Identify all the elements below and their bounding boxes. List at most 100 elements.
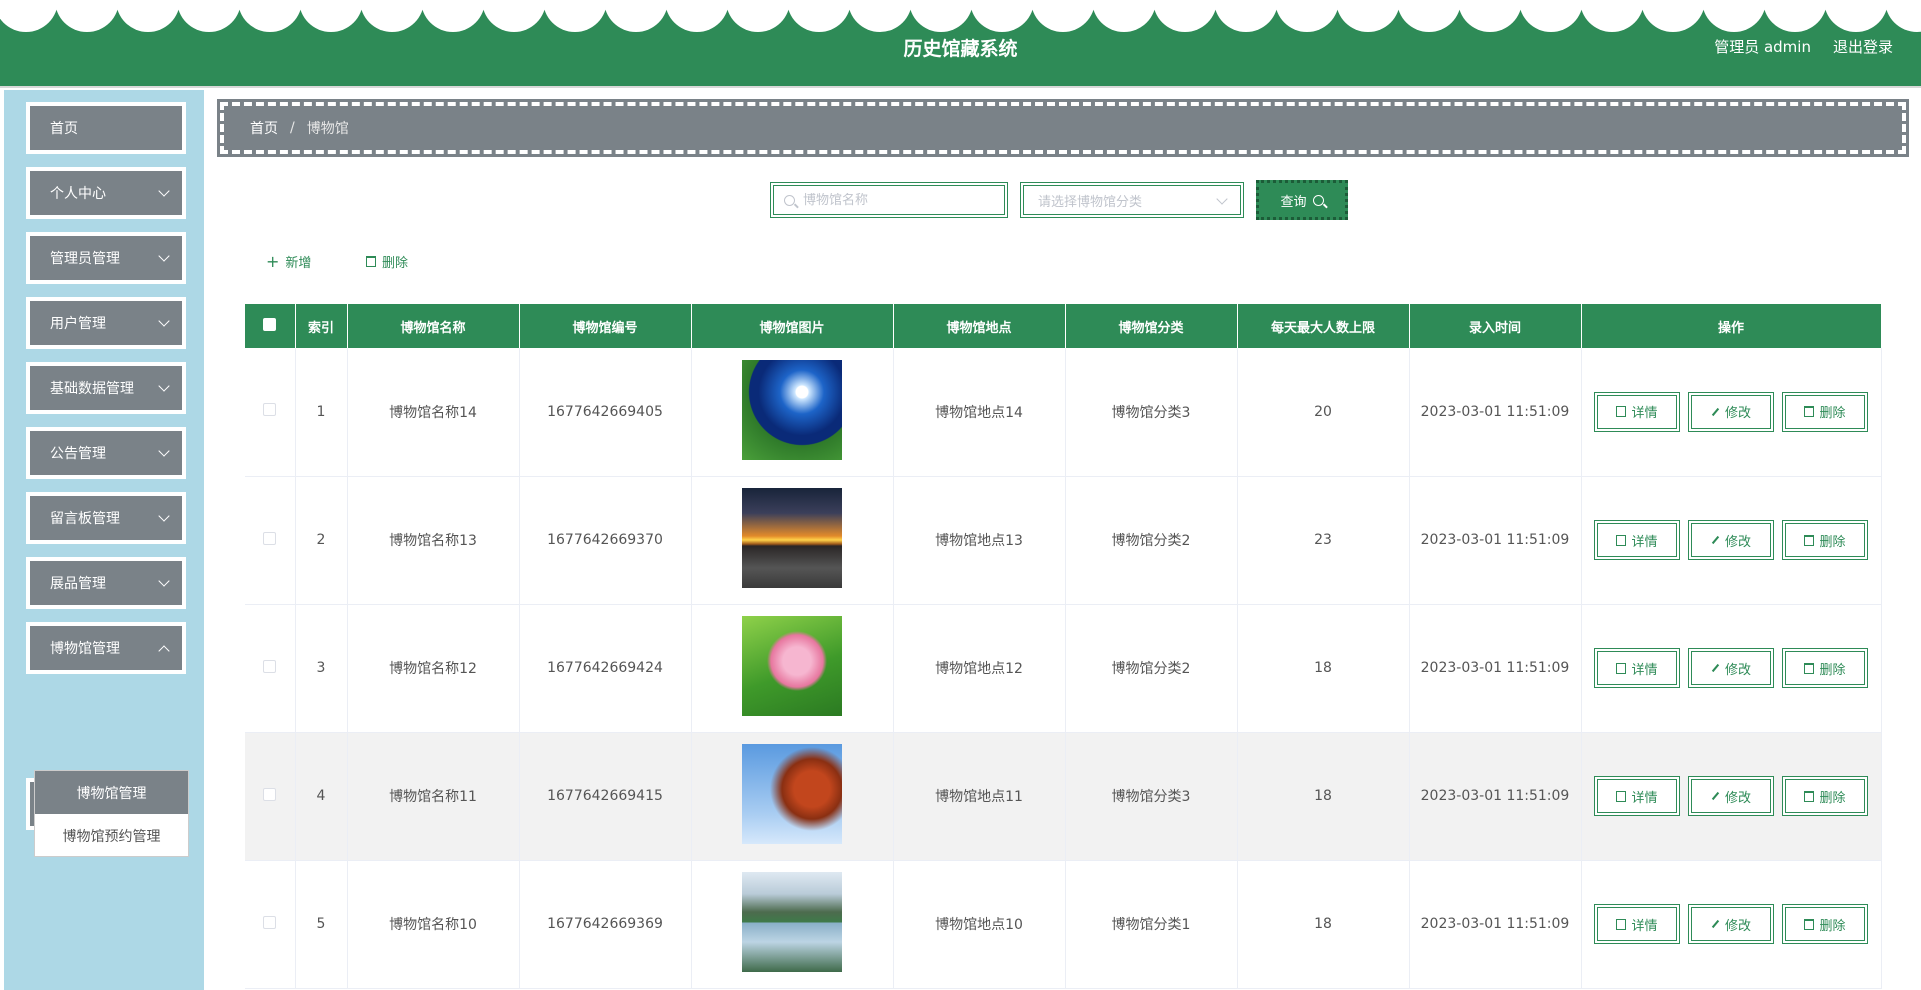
- museum-submenu: 博物馆管理 博物馆预约管理: [34, 770, 189, 857]
- edit-button[interactable]: 修改: [1688, 391, 1774, 432]
- detail-button[interactable]: 详情: [1594, 520, 1680, 560]
- daily-limit-cell: 23: [1237, 476, 1410, 605]
- table-row[interactable]: 1 博物馆名称14 1677642669405 博物馆地点14 博物馆分类3 20 2023…: [245, 348, 1882, 477]
- index-cell: 1: [295, 348, 348, 477]
- column-header: 博物馆名称: [347, 304, 520, 348]
- edit-button-label: 修改: [1724, 918, 1751, 934]
- sidebar-item[interactable]: 博物馆管理: [26, 622, 186, 674]
- trash-icon: [1804, 662, 1815, 674]
- table-row[interactable]: 2 博物馆名称13 1677642669370 博物馆地点13 博物馆分类2 23 2023…: [245, 476, 1882, 605]
- delete-button[interactable]: 删除: [1782, 648, 1868, 688]
- delete-button[interactable]: 删除: [1782, 904, 1868, 944]
- museum-code-cell: 1677642669405: [519, 348, 692, 477]
- logout-link[interactable]: 退出登录: [1833, 36, 1893, 57]
- breadcrumb-separator: /: [290, 120, 295, 136]
- detail-button[interactable]: 详情: [1594, 648, 1680, 688]
- delete-button[interactable]: 删除: [1782, 391, 1868, 432]
- sidebar-item[interactable]: 展品管理: [26, 557, 186, 609]
- row-checkbox[interactable]: [263, 531, 277, 545]
- museum-image-cell: [691, 732, 894, 861]
- table-header-row: 索引 博物馆名称 博物馆编号 博物馆图片 博物馆地点 博物馆分类 每天最大人数上…: [245, 304, 1882, 348]
- row-checkbox[interactable]: [263, 915, 277, 929]
- edit-button[interactable]: 修改: [1688, 520, 1774, 560]
- row-checkbox[interactable]: [263, 787, 277, 801]
- pencil-icon: [1711, 535, 1720, 545]
- museum-category-cell: 博物馆分类2: [1065, 476, 1238, 605]
- museum-category-select[interactable]: 请选择博物馆分类: [1020, 182, 1244, 218]
- sidebar-item-label: 展品管理: [50, 576, 106, 592]
- sidebar-item[interactable]: 公告管理: [26, 427, 186, 479]
- breadcrumb-home[interactable]: 首页: [250, 118, 278, 138]
- edit-button[interactable]: 修改: [1688, 648, 1774, 688]
- row-actions: 详情 修改 删除: [1582, 776, 1881, 816]
- select-all-checkbox[interactable]: [263, 317, 277, 331]
- edit-button[interactable]: 修改: [1688, 776, 1774, 816]
- column-header: 博物馆地点: [893, 304, 1066, 348]
- row-checkbox[interactable]: [263, 659, 277, 673]
- museum-name-input[interactable]: [803, 192, 983, 208]
- museum-name-search[interactable]: [770, 182, 1008, 218]
- museum-thumbnail[interactable]: [742, 488, 842, 588]
- chevron-down-icon: [1216, 193, 1228, 205]
- museum-name-cell: 博物馆名称12: [347, 604, 520, 733]
- add-button[interactable]: + 新增: [266, 252, 311, 271]
- column-header: 博物馆分类: [1065, 304, 1238, 348]
- scalloped-border: [0, 0, 1921, 38]
- created-time-cell: 2023-03-01 11:51:09: [1409, 860, 1582, 989]
- delete-button[interactable]: 删除: [1782, 776, 1868, 816]
- delete-button[interactable]: 删除: [1782, 520, 1868, 560]
- sidebar-item-label: 个人中心: [50, 186, 106, 202]
- delete-button-label: 删除: [1819, 918, 1846, 934]
- sidebar-item[interactable]: 管理员管理: [26, 232, 186, 284]
- plus-icon: +: [266, 251, 280, 271]
- submenu-item-museum-booking[interactable]: 博物馆预约管理: [35, 814, 188, 857]
- submenu-item-museum-management[interactable]: 博物馆管理: [35, 771, 188, 814]
- table-row[interactable]: 3 博物馆名称12 1677642669424 博物馆地点12 博物馆分类2 18 2023…: [245, 604, 1882, 733]
- museum-thumbnail[interactable]: [742, 744, 842, 844]
- sidebar-item-label: 用户管理: [50, 316, 106, 332]
- detail-button[interactable]: 详情: [1594, 904, 1680, 944]
- query-button[interactable]: 查询: [1256, 180, 1348, 220]
- sidebar-item[interactable]: 基础数据管理: [26, 362, 186, 414]
- museum-image-cell: [691, 348, 894, 477]
- museum-name-cell: 博物馆名称11: [347, 732, 520, 861]
- scallop-shape: [299, 0, 363, 32]
- scallop-shape: [1458, 0, 1522, 32]
- table-row[interactable]: 5 博物馆名称10 1677642669369 博物馆地点10 博物馆分类1 18 2023…: [245, 860, 1882, 989]
- admin-user-label: 管理员 admin: [1714, 38, 1811, 56]
- museum-code-cell: 1677642669415: [519, 732, 692, 861]
- detail-button-label: 详情: [1631, 534, 1658, 550]
- delete-button-label: 删除: [1819, 662, 1846, 678]
- detail-button-label: 详情: [1631, 918, 1658, 934]
- museum-thumbnail[interactable]: [742, 359, 842, 460]
- column-header: 索引: [295, 304, 348, 348]
- sidebar-item[interactable]: 用户管理: [26, 297, 186, 349]
- row-checkbox[interactable]: [263, 403, 277, 417]
- museum-image-cell: [691, 860, 894, 989]
- scallop-shape: [1702, 0, 1766, 32]
- museum-code-cell: 1677642669370: [519, 476, 692, 605]
- add-button-label: 新增: [285, 256, 312, 271]
- row-actions: 详情 修改 删除: [1582, 391, 1881, 432]
- detail-button[interactable]: 详情: [1594, 776, 1680, 816]
- index-cell: 2: [295, 476, 348, 605]
- table-row[interactable]: 4 博物馆名称11 1677642669415 博物馆地点11 博物馆分类3 18 2023…: [245, 732, 1882, 861]
- museum-thumbnail[interactable]: [742, 616, 842, 716]
- batch-delete-button[interactable]: 删除: [366, 252, 408, 271]
- scallop-shape: [1885, 0, 1921, 32]
- scallop-shape: [848, 0, 912, 32]
- detail-button[interactable]: 详情: [1594, 391, 1680, 432]
- sidebar-item[interactable]: 留言板管理: [26, 492, 186, 544]
- sidebar-item[interactable]: 个人中心: [26, 167, 186, 219]
- scallop-shape: [970, 0, 1034, 32]
- app-title: 历史馆藏系统: [903, 38, 1018, 60]
- trash-icon: [1804, 406, 1815, 418]
- scallop-shape: [1275, 0, 1339, 32]
- museum-thumbnail[interactable]: [742, 872, 842, 972]
- row-select-cell: [245, 348, 296, 477]
- document-icon: [1616, 406, 1627, 418]
- scallop-shape: [1397, 0, 1461, 32]
- document-icon: [1616, 918, 1627, 930]
- sidebar-item[interactable]: 首页: [26, 102, 186, 154]
- edit-button[interactable]: 修改: [1688, 904, 1774, 944]
